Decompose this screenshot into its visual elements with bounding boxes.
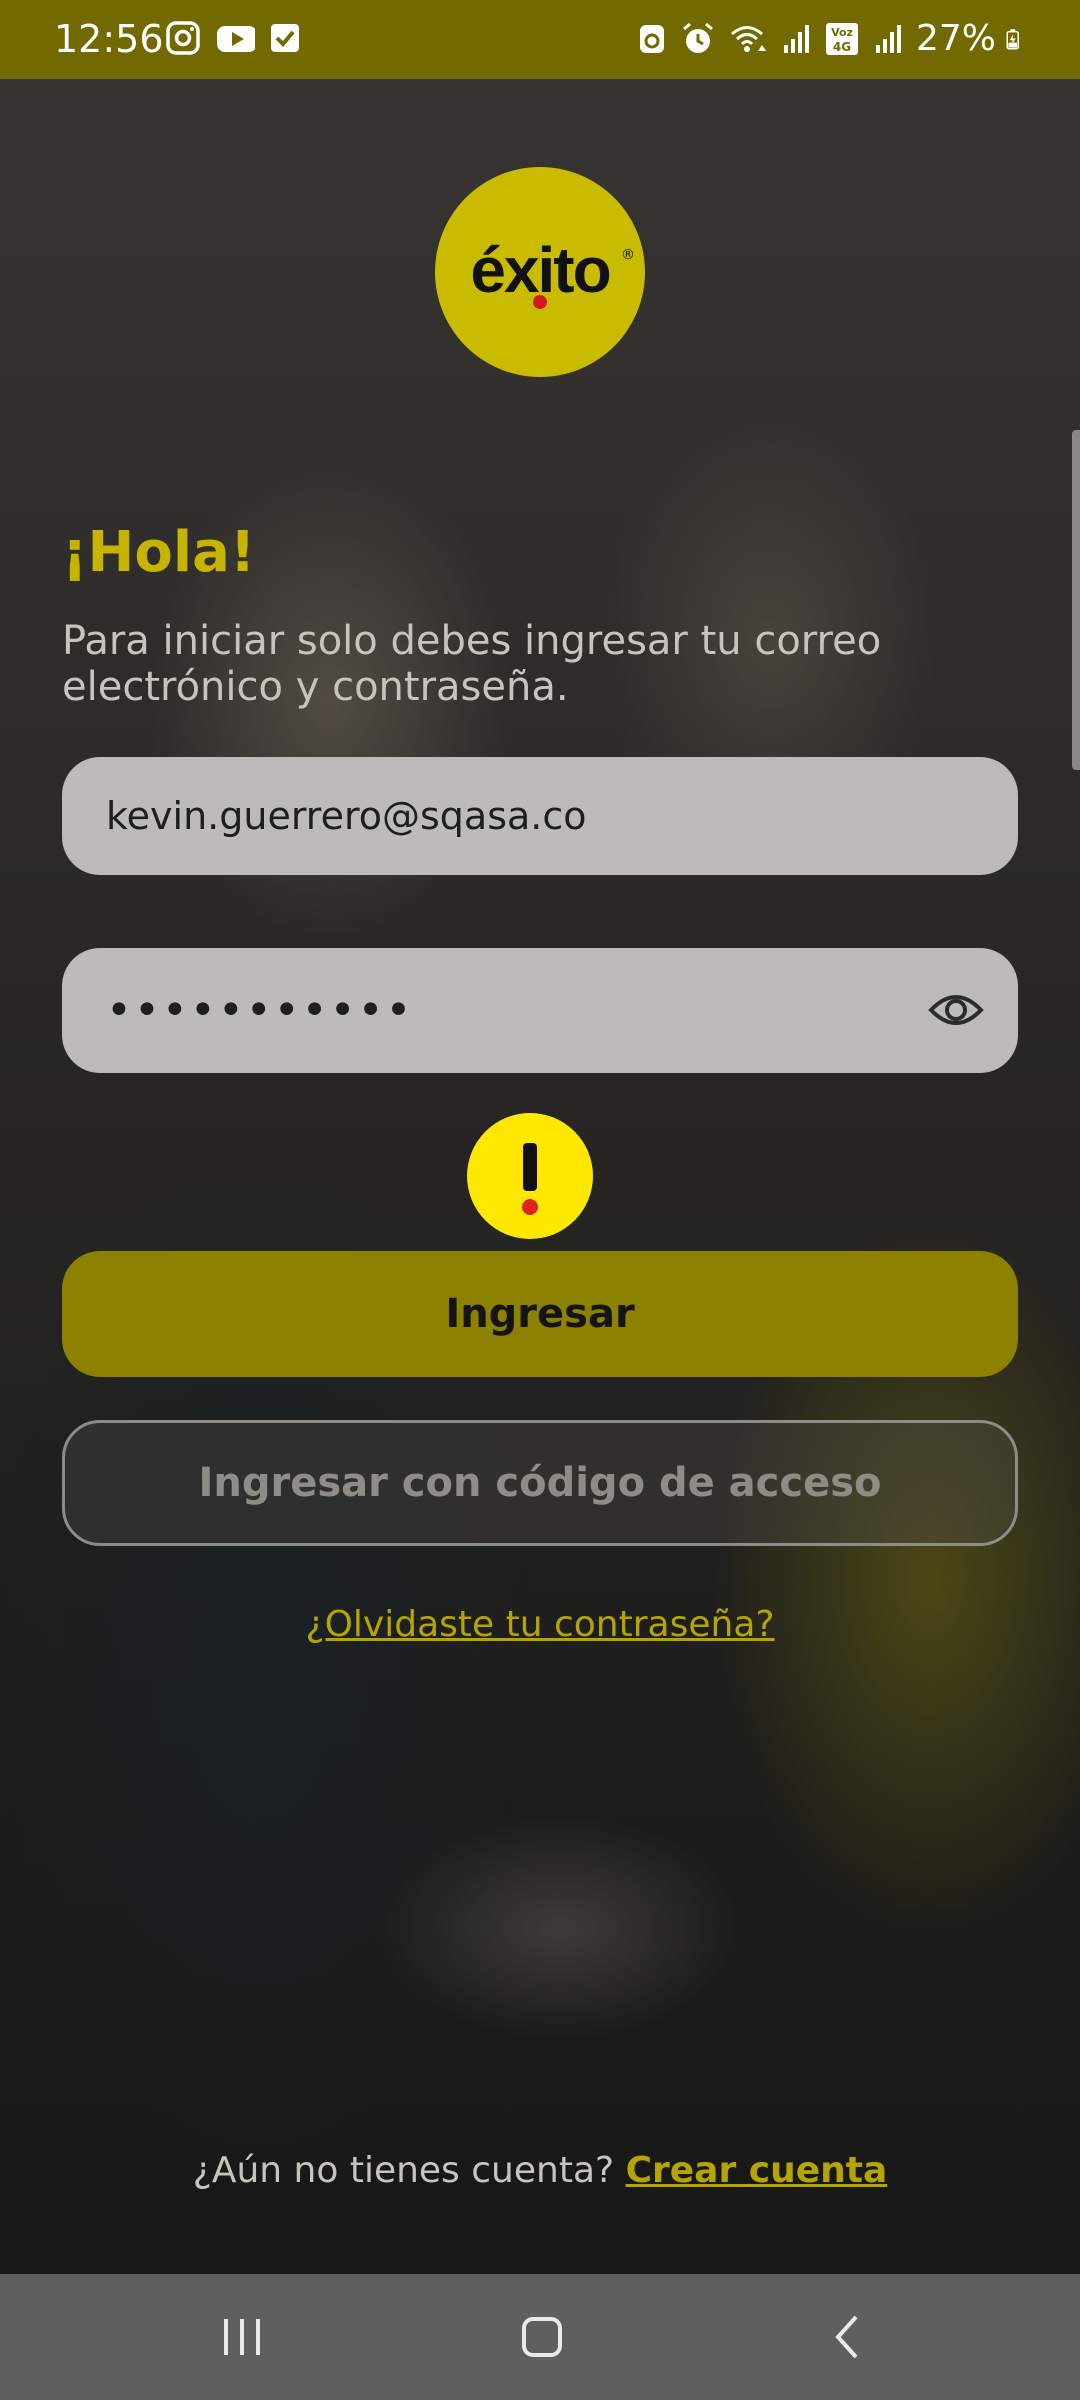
home-icon[interactable] bbox=[512, 2307, 572, 2367]
exclamation-bar bbox=[523, 1143, 537, 1191]
logo-registered-mark: ® bbox=[621, 247, 635, 263]
eye-icon[interactable] bbox=[928, 986, 984, 1034]
tasks-check-icon bbox=[271, 24, 299, 52]
navigation-bar bbox=[0, 2274, 1080, 2400]
notification-icons bbox=[165, 20, 303, 56]
login-button[interactable]: Ingresar bbox=[62, 1251, 1018, 1377]
signup-row: ¿Aún no tienes cuenta? Crear cuenta bbox=[0, 2150, 1080, 2191]
password-field[interactable] bbox=[62, 948, 1018, 1073]
signal-icon bbox=[875, 25, 901, 53]
alarm-icon bbox=[683, 22, 713, 53]
scroll-handle[interactable] bbox=[1072, 430, 1080, 770]
recycle-icon bbox=[639, 25, 664, 53]
exclamation-dot bbox=[522, 1199, 538, 1215]
greeting-description: Para iniciar solo debes ingresar tu corr… bbox=[62, 618, 882, 710]
back-icon[interactable] bbox=[818, 2307, 878, 2367]
status-bar: 12:56 Voz 4G 27% bbox=[0, 0, 1080, 79]
battery-charging-icon bbox=[1006, 29, 1019, 50]
recents-icon[interactable] bbox=[212, 2307, 272, 2367]
login-screen: 12:56 Voz 4G 27% éxito ® ¡Hola! Para ini… bbox=[0, 0, 1080, 2400]
youtube-icon bbox=[217, 26, 255, 52]
exito-logo: éxito ® bbox=[435, 167, 645, 377]
svg-text:Voz: Voz bbox=[831, 26, 853, 39]
wifi-icon bbox=[731, 26, 766, 52]
no-account-text: ¿Aún no tienes cuenta? bbox=[192, 2150, 615, 2191]
greeting-title: ¡Hola! bbox=[62, 520, 256, 585]
volte-4g-icon: Voz 4G bbox=[825, 23, 858, 55]
forgot-password-link[interactable]: ¿Olvidaste tu contraseña? bbox=[0, 1604, 1080, 1645]
email-field[interactable] bbox=[62, 757, 1018, 875]
battery-percentage: 27% bbox=[915, 18, 996, 59]
access-code-button[interactable]: Ingresar con código de acceso bbox=[62, 1420, 1018, 1546]
password-input[interactable] bbox=[106, 948, 926, 1073]
signal-icon bbox=[783, 25, 809, 53]
email-input[interactable] bbox=[106, 757, 926, 875]
logo-red-dot bbox=[533, 295, 547, 309]
exclamation-warning-icon bbox=[467, 1113, 593, 1239]
create-account-link[interactable]: Crear cuenta bbox=[626, 2150, 888, 2191]
status-time: 12:56 bbox=[54, 17, 164, 61]
system-icons: Voz 4G 27% bbox=[634, 14, 1028, 64]
instagram-icon bbox=[166, 21, 200, 55]
svg-text:4G: 4G bbox=[833, 40, 851, 54]
